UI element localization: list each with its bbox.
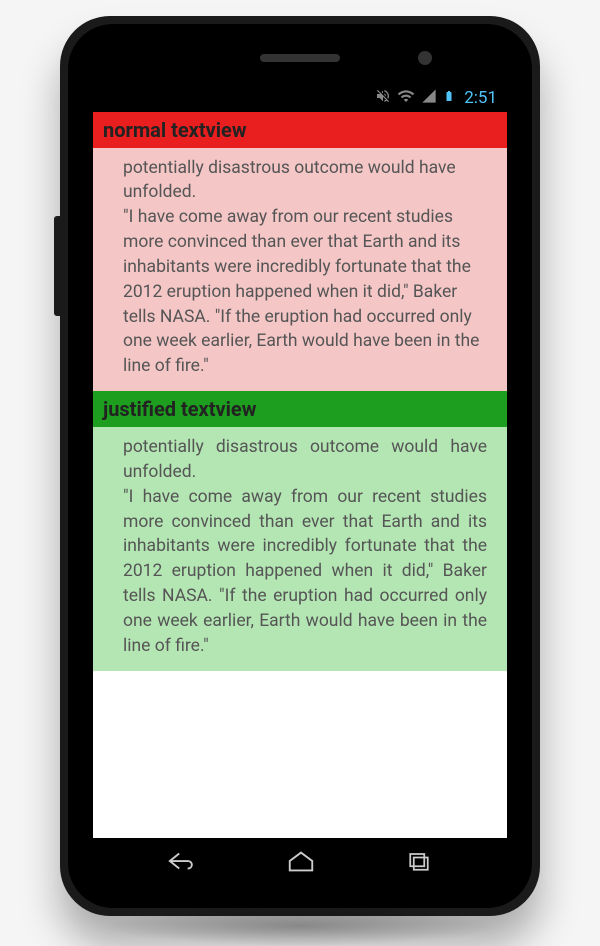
back-button[interactable] [167, 849, 197, 879]
signal-icon [421, 88, 437, 108]
app-content: normal textview potentially disastrous o… [93, 112, 507, 838]
phone-screen: 2:51 normal textview potentially disastr… [93, 84, 507, 838]
justified-textview-body[interactable]: potentially disastrous outcome would hav… [93, 427, 507, 671]
recent-apps-button[interactable] [405, 849, 433, 879]
battery-icon [443, 87, 455, 109]
mute-icon [375, 88, 391, 108]
status-bar: 2:51 [93, 84, 507, 112]
phone-speaker [260, 54, 340, 62]
navigation-bar [93, 838, 507, 890]
wifi-icon [397, 87, 415, 109]
normal-textview-header: normal textview [93, 112, 507, 148]
justified-textview-header: justified textview [93, 391, 507, 427]
phone-frame: 2:51 normal textview potentially disastr… [60, 16, 540, 916]
normal-textview-body[interactable]: potentially disastrous outcome would hav… [93, 148, 507, 392]
phone-inner: 2:51 normal textview potentially disastr… [68, 24, 532, 908]
phone-side-button [54, 216, 60, 316]
phone-shadow [100, 906, 500, 946]
home-button[interactable] [286, 849, 316, 879]
status-clock: 2:51 [464, 88, 497, 108]
phone-camera [418, 51, 432, 65]
